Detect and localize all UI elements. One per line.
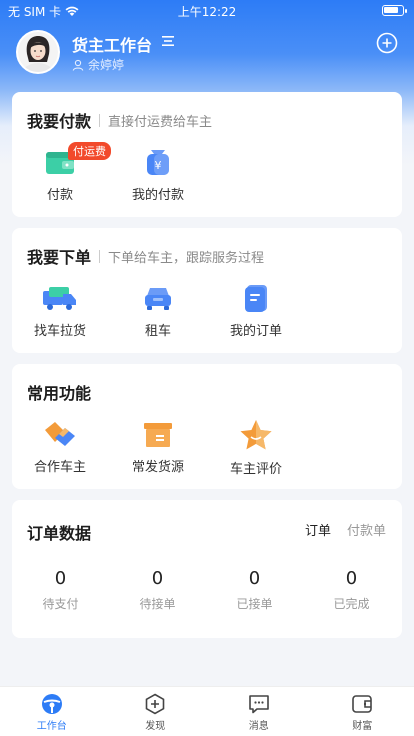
rent-car-tile[interactable]: 租车 [114,282,202,339]
bottom-tab-bar: 工作台 发现 消息 财富 [0,686,414,736]
stats-tabs: 订单 付款单 [305,520,386,539]
pay-label: 付款 [46,188,73,203]
stat-accepted[interactable]: 0 已接单 [206,568,303,612]
stat-label: 已接单 [236,597,273,611]
frequent-goods-label: 常发货源 [131,460,184,475]
battery-level [384,7,398,13]
stat-label: 待接单 [139,597,176,611]
my-payments-tile[interactable]: ¥ 我的付款 [114,146,202,203]
user-info: 余婷婷 [72,56,124,73]
tab-label: 消息 [248,721,269,732]
order-subtitle: 下单给车主，跟踪服务过程 [108,250,265,266]
add-circle-icon[interactable] [376,32,398,54]
document-icon [245,285,267,312]
status-bar: 无 SIM 卡 上午12:22 [0,0,414,22]
box-icon [144,423,172,447]
car-icon [145,288,171,310]
freight-badge: 付运费 [68,142,111,160]
common-functions-card: 常用功能 合作车主 常发货源 车主评价 [12,364,402,489]
svg-text:¥: ¥ [155,159,162,172]
pay-tile[interactable]: 付运费 付款 [16,142,111,203]
tab-label: 工作台 [36,721,67,732]
tab-discover[interactable]: 发现 [104,687,208,736]
payment-title: 我要付款 [27,112,92,131]
tab-label: 财富 [352,721,373,732]
payment-card: 我要付款 直接付运费给车主 付运费 付款 ¥ 我的付款 [12,92,402,217]
frequent-goods-tile[interactable]: 常发货源 [114,418,202,475]
stat-completed[interactable]: 0 已完成 [303,568,400,612]
stat-value: 0 [54,568,67,589]
switch-role-icon[interactable] [161,34,175,48]
common-title: 常用功能 [27,384,92,403]
tab-orders[interactable]: 订单 [305,520,331,539]
tab-payment-orders[interactable]: 付款单 [347,520,386,539]
partner-owners-label: 合作车主 [33,460,86,475]
handshake-icon [45,422,75,446]
stat-label: 已完成 [333,597,370,611]
my-payments-label: 我的付款 [131,188,184,203]
profile-header: 货主工作台 余婷婷 [16,30,398,76]
tab-workbench[interactable]: 工作台 [0,687,104,736]
page-title: 货主工作台 [72,36,153,55]
partner-owners-tile[interactable]: 合作车主 [16,418,104,475]
stat-pending-accept[interactable]: 0 待接单 [109,568,206,612]
yuan-bag-icon: ¥ [147,150,169,175]
rent-car-label: 租车 [144,324,171,339]
order-title: 我要下单 [27,248,92,267]
user-name: 余婷婷 [88,58,125,72]
star-icon [240,420,272,450]
message-icon [248,695,269,714]
payment-subtitle: 直接付运费给车主 [108,114,213,130]
tab-messages[interactable]: 消息 [207,687,311,736]
avatar-image [18,32,58,72]
wallet-icon [352,695,373,713]
my-orders-label: 我的订单 [229,324,282,339]
owner-reviews-label: 车主评价 [229,462,282,477]
stat-pending-payment[interactable]: 0 待支付 [12,568,109,612]
stat-value: 0 [248,568,261,589]
battery-icon [382,5,407,16]
order-stats-card: 订单数据 订单 付款单 0 待支付 0 待接单 0 已接单 0 已完成 [12,500,402,638]
status-time: 上午12:22 [177,5,237,19]
stat-value: 0 [345,568,358,589]
find-truck-tile[interactable]: 找车拉货 [16,282,104,339]
tab-wealth[interactable]: 财富 [311,687,414,736]
owner-reviews-tile[interactable]: 车主评价 [212,418,300,477]
tab-label: 发现 [145,721,166,732]
steering-wheel-icon [41,694,62,714]
find-truck-label: 找车拉货 [33,324,86,339]
stat-label: 待支付 [42,597,79,611]
truck-icon [43,287,76,310]
stat-value: 0 [151,568,164,589]
my-orders-tile[interactable]: 我的订单 [212,282,300,339]
avatar[interactable] [16,30,60,74]
stats-title: 订单数据 [27,524,92,543]
order-card: 我要下单 下单给车主，跟踪服务过程 找车拉货 租车 我的订单 [12,228,402,353]
discover-icon [145,693,165,715]
user-icon [72,59,84,71]
